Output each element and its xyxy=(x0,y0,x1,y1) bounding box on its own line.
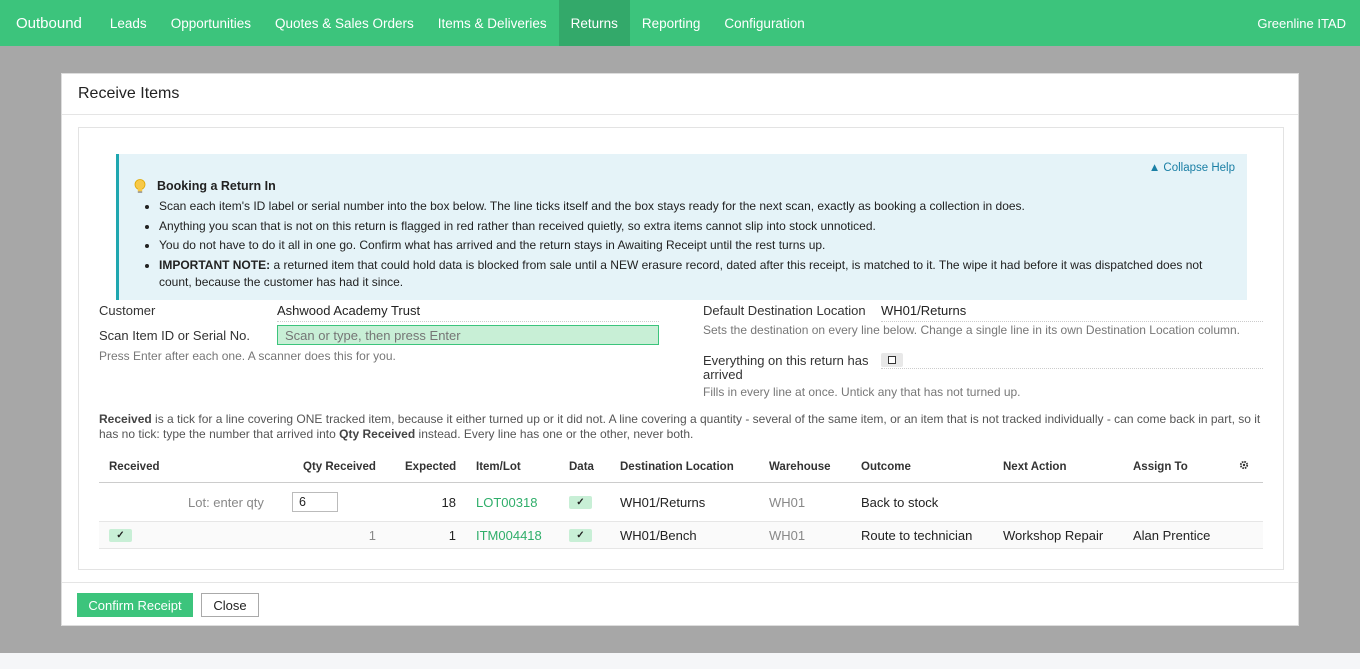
nav-configuration[interactable]: Configuration xyxy=(712,0,816,46)
top-navbar: Outbound Leads Opportunities Quotes & Sa… xyxy=(0,0,1360,46)
dialog-body: ▲ Collapse Help Booking a Return In Scan… xyxy=(78,127,1284,570)
receipt-lines-table: Received Qty Received Expected Item/Lot … xyxy=(99,456,1263,549)
dialog-title: Receive Items xyxy=(62,74,1298,115)
help-title: Booking a Return In xyxy=(133,178,276,194)
data-tick: ✓ xyxy=(569,529,592,542)
next-action[interactable]: Workshop Repair xyxy=(1003,528,1103,543)
outcome[interactable]: Back to stock xyxy=(861,495,938,510)
help-list: Scan each item's ID label or serial numb… xyxy=(159,198,1229,293)
table-header: Received Qty Received Expected Item/Lot … xyxy=(99,456,1263,483)
table-row: Lot: enter qty 18 LOT00318 ✓ WH01/Return… xyxy=(99,483,1263,522)
help-bullet: Scan each item's ID label or serial numb… xyxy=(159,198,1229,215)
close-button[interactable]: Close xyxy=(201,593,259,617)
table-row: ✓ 1 1 ITM004418 ✓ WH01/Bench WH01 Route … xyxy=(99,522,1263,549)
expected-qty: 1 xyxy=(448,528,456,543)
received-explanation: Received is a tick for a line covering O… xyxy=(99,412,1265,442)
destination-location[interactable]: WH01/Returns xyxy=(620,495,705,510)
receive-items-dialog: Receive Items ▲ Collapse Help Booking a … xyxy=(61,73,1299,626)
scan-input[interactable] xyxy=(277,325,659,345)
company-switcher[interactable]: Greenline ITAD xyxy=(1257,0,1360,46)
item-lot-link[interactable]: ITM004418 xyxy=(476,528,542,543)
col-outcome[interactable]: Outcome xyxy=(861,461,911,473)
warehouse: WH01 xyxy=(769,528,806,543)
col-data[interactable]: Data xyxy=(569,461,594,473)
all-arrived-hint: Fills in every line at once. Untick any … xyxy=(703,385,1021,399)
col-warehouse[interactable]: Warehouse xyxy=(769,461,831,473)
qty-received-input[interactable] xyxy=(292,492,338,512)
all-arrived-field xyxy=(881,351,1263,369)
important-note-text: a returned item that could hold data is … xyxy=(159,257,1203,289)
item-lot-link[interactable]: LOT00318 xyxy=(476,495,537,510)
customer-label: Customer xyxy=(99,303,156,318)
nav-opportunities[interactable]: Opportunities xyxy=(159,0,263,46)
default-destination-value[interactable]: WH01/Returns xyxy=(881,303,1263,322)
app-brand[interactable]: Outbound xyxy=(0,0,98,46)
help-bullet: You do not have to do it all in one go. … xyxy=(159,237,1229,254)
nav-items-deliveries[interactable]: Items & Deliveries xyxy=(426,0,559,46)
default-destination-label: Default Destination Location xyxy=(703,303,866,318)
scan-label: Scan Item ID or Serial No. xyxy=(99,328,250,343)
received-term: Received xyxy=(99,412,152,426)
col-qty-received[interactable]: Qty Received xyxy=(303,461,376,473)
col-expected[interactable]: Expected xyxy=(405,461,456,473)
help-bullet-important: IMPORTANT NOTE: a returned item that cou… xyxy=(159,257,1229,291)
dialog-footer: Confirm Receipt Close xyxy=(62,582,1298,626)
nav-leads[interactable]: Leads xyxy=(98,0,159,46)
confirm-receipt-button[interactable]: Confirm Receipt xyxy=(77,593,193,617)
collapse-help-link[interactable]: ▲ Collapse Help xyxy=(1149,162,1235,174)
scan-hint: Press Enter after each one. A scanner do… xyxy=(99,349,396,363)
all-arrived-label-line1: Everything on this return has xyxy=(703,353,869,368)
data-tick: ✓ xyxy=(569,496,592,509)
nav-quotes[interactable]: Quotes & Sales Orders xyxy=(263,0,426,46)
nav-reporting[interactable]: Reporting xyxy=(630,0,713,46)
col-next-action[interactable]: Next Action xyxy=(1003,461,1066,473)
all-arrived-checkbox[interactable] xyxy=(881,353,903,367)
lightbulb-icon xyxy=(133,178,146,194)
all-arrived-label-line2: arrived xyxy=(703,367,743,382)
outcome[interactable]: Route to technician xyxy=(861,528,972,543)
page-bottom xyxy=(0,653,1360,669)
qty-received-term: Qty Received xyxy=(339,427,416,441)
assign-to[interactable]: Alan Prentice xyxy=(1133,528,1210,543)
warehouse: WH01 xyxy=(769,495,806,510)
nav-returns[interactable]: Returns xyxy=(558,0,630,46)
col-received[interactable]: Received xyxy=(109,461,160,473)
help-bullet: Anything you scan that is not on this re… xyxy=(159,218,1229,235)
col-destination[interactable]: Destination Location xyxy=(620,461,734,473)
expected-qty: 18 xyxy=(441,495,456,510)
qty-received-readonly: 1 xyxy=(368,528,376,543)
para-text-2: instead. Every line has one or the other… xyxy=(415,427,694,441)
default-destination-hint: Sets the destination on every line below… xyxy=(703,323,1240,337)
destination-location[interactable]: WH01/Bench xyxy=(620,528,697,543)
help-panel: ▲ Collapse Help Booking a Return In Scan… xyxy=(116,154,1247,300)
received-checkbox[interactable]: ✓ xyxy=(109,529,132,542)
help-title-text: Booking a Return In xyxy=(157,179,276,193)
gear-icon[interactable] xyxy=(1239,460,1249,470)
customer-value: Ashwood Academy Trust xyxy=(277,303,659,322)
col-assign-to[interactable]: Assign To xyxy=(1133,461,1188,473)
col-item-lot[interactable]: Item/Lot xyxy=(476,461,521,473)
lot-qty-hint: Lot: enter qty xyxy=(188,495,264,510)
important-note-label: IMPORTANT NOTE: xyxy=(159,257,271,272)
